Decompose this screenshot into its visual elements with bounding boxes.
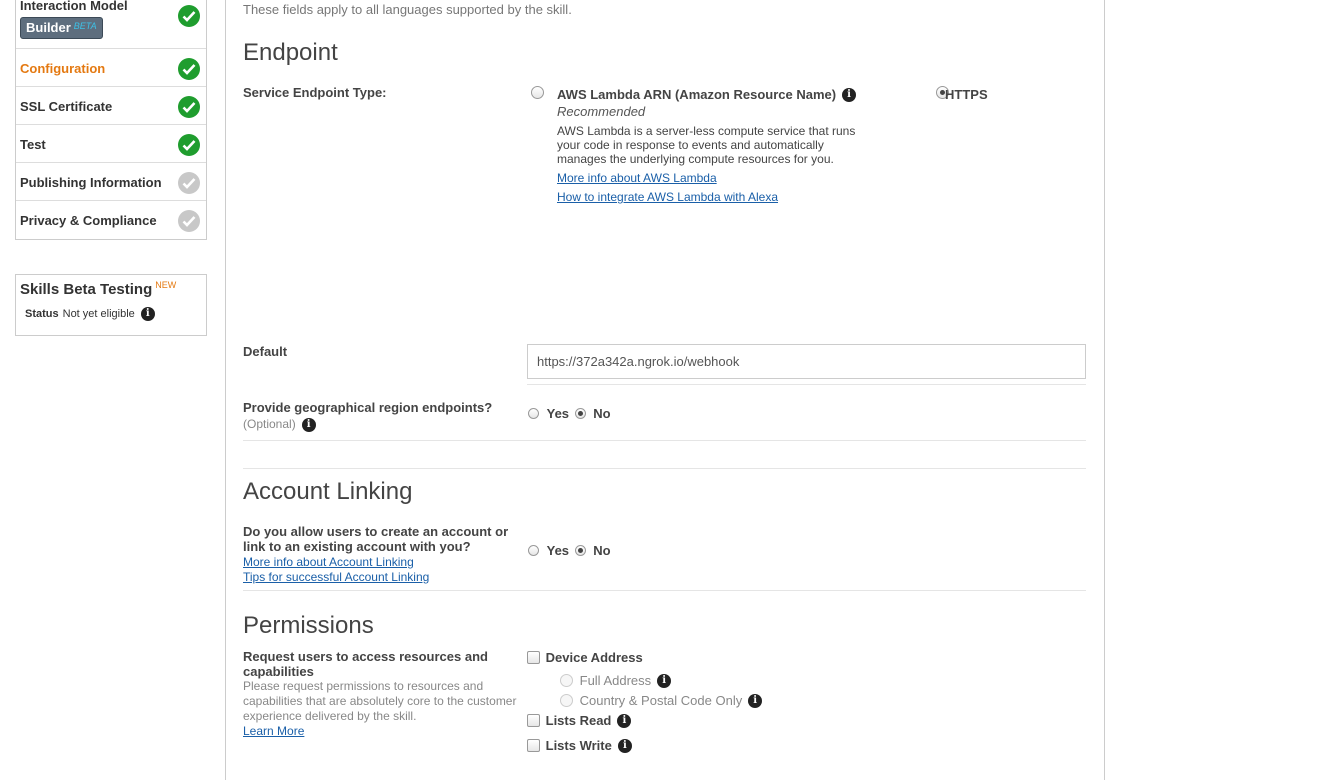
account-linking-no-radio[interactable] (574, 545, 586, 557)
device-address-checkbox[interactable] (527, 651, 540, 665)
geo-yes-label: Yes (546, 406, 570, 422)
recommended-text: Recommended (557, 104, 646, 119)
info-icon[interactable]: i (657, 673, 672, 688)
geo-no-label: No (593, 406, 611, 422)
permissions-label: Request users to access resources and ca… (243, 649, 488, 679)
lists-read-checkbox[interactable] (527, 714, 540, 728)
nav-item-interaction-model[interactable]: Interaction Model Builder BETA (16, 0, 206, 49)
builder-button[interactable]: Builder BETA (20, 17, 103, 39)
account-linking-tips-link[interactable]: Tips for successful Account Linking (243, 570, 429, 584)
builder-label: Builder (26, 20, 71, 35)
new-tag: NEW (155, 280, 177, 290)
account-linking-no-label: No (593, 543, 611, 559)
nav-item-privacy-compliance[interactable]: Privacy & Compliance (16, 201, 206, 239)
intro-text: These fields apply to all languages supp… (243, 2, 572, 17)
country-postal-label: Country & Postal Code Only (579, 693, 743, 709)
info-icon[interactable]: i (140, 307, 155, 321)
beta-status-label: Status (25, 308, 59, 320)
account-linking-info-link[interactable]: More info about Account Linking (243, 555, 414, 569)
default-endpoint-input[interactable] (527, 344, 1086, 379)
country-postal-option: Country & Postal Code Only i (560, 692, 763, 709)
lists-write-label: Lists Write (545, 738, 612, 754)
account-linking-question: Do you allow users to create an account … (243, 524, 509, 554)
service-endpoint-type-label: Service Endpoint Type: (243, 85, 387, 100)
check-icon (178, 58, 200, 80)
nav-item-label: Publishing Information (20, 175, 162, 190)
learn-more-link[interactable]: Learn More (243, 724, 304, 738)
divider (243, 590, 1086, 591)
nav-item-test[interactable]: Test (16, 125, 206, 163)
lists-write-checkbox[interactable] (527, 739, 540, 753)
nav-item-label: Privacy & Compliance (20, 213, 157, 228)
nav-item-configuration[interactable]: Configuration (16, 49, 206, 87)
permissions-description: Please request permissions to resources … (243, 679, 517, 723)
https-label: HTTPS (945, 87, 988, 102)
lists-write-option: Lists Write i (527, 737, 632, 753)
info-icon[interactable]: i (301, 417, 316, 432)
beta-testing-title: Skills Beta Testing NEW (20, 280, 202, 298)
full-address-radio[interactable] (560, 674, 573, 688)
full-address-option: Full Address i (560, 672, 672, 689)
lambda-description: AWS Lambda is a server-less compute serv… (557, 124, 856, 166)
configuration-form: These fields apply to all languages supp… (225, 0, 1105, 780)
lists-read-option: Lists Read i (527, 712, 632, 729)
lambda-radio[interactable] (531, 86, 544, 100)
beta-status-value: Not yet eligible (62, 308, 135, 320)
divider (243, 440, 1086, 441)
account-linking-radio-group: Yes No (528, 542, 611, 558)
device-address-option: Device Address (527, 649, 643, 665)
lists-read-label: Lists Read (545, 713, 612, 729)
default-label: Default (243, 344, 288, 359)
nav-item-publishing-information[interactable]: Publishing Information (16, 163, 206, 201)
geo-region-label: Provide geographical region endpoints? (243, 400, 493, 415)
account-linking-yes-radio[interactable] (528, 545, 539, 557)
check-icon (178, 5, 200, 27)
check-icon (178, 134, 200, 156)
account-linking-title: Account Linking (243, 478, 413, 505)
nav-item-label: Test (20, 137, 46, 152)
info-icon[interactable]: i (617, 738, 632, 753)
geo-no-radio[interactable] (574, 408, 586, 420)
lambda-option: AWS Lambda ARN (Amazon Resource Name) i (557, 86, 857, 103)
lambda-label: AWS Lambda ARN (Amazon Resource Name) (557, 87, 837, 103)
nav-item-ssl-certificate[interactable]: SSL Certificate (16, 87, 206, 125)
info-icon[interactable]: i (842, 87, 857, 102)
country-postal-radio[interactable] (560, 694, 573, 708)
beta-tag: BETA (73, 21, 97, 31)
divider (527, 384, 1086, 385)
account-linking-yes-label: Yes (546, 543, 570, 559)
skill-steps-nav: Interaction Model Builder BETA Configurat… (15, 0, 207, 240)
check-icon (178, 172, 200, 194)
check-icon (178, 96, 200, 118)
info-icon[interactable]: i (748, 693, 763, 708)
lambda-info-link[interactable]: More info about AWS Lambda (557, 171, 717, 185)
nav-item-label: SSL Certificate (20, 99, 113, 114)
lambda-integrate-link[interactable]: How to integrate AWS Lambda with Alexa (557, 190, 778, 204)
permissions-title: Permissions (243, 612, 374, 639)
geo-optional: (Optional) i (243, 416, 316, 432)
beta-status: Status Not yet eligible i (25, 307, 202, 321)
device-address-label: Device Address (545, 650, 643, 666)
geo-yes-radio[interactable] (528, 408, 539, 420)
geo-radio-group: Yes No (528, 405, 611, 421)
optional-text: (Optional) (243, 417, 296, 431)
beta-testing-title-text: Skills Beta Testing (20, 281, 153, 298)
beta-testing-panel: Skills Beta Testing NEW Status Not yet el… (15, 274, 207, 336)
endpoint-title: Endpoint (243, 39, 338, 66)
info-icon[interactable]: i (617, 713, 632, 728)
nav-item-label: Configuration (20, 61, 106, 76)
full-address-label: Full Address (579, 673, 652, 689)
check-icon (178, 210, 200, 232)
divider (243, 468, 1086, 469)
